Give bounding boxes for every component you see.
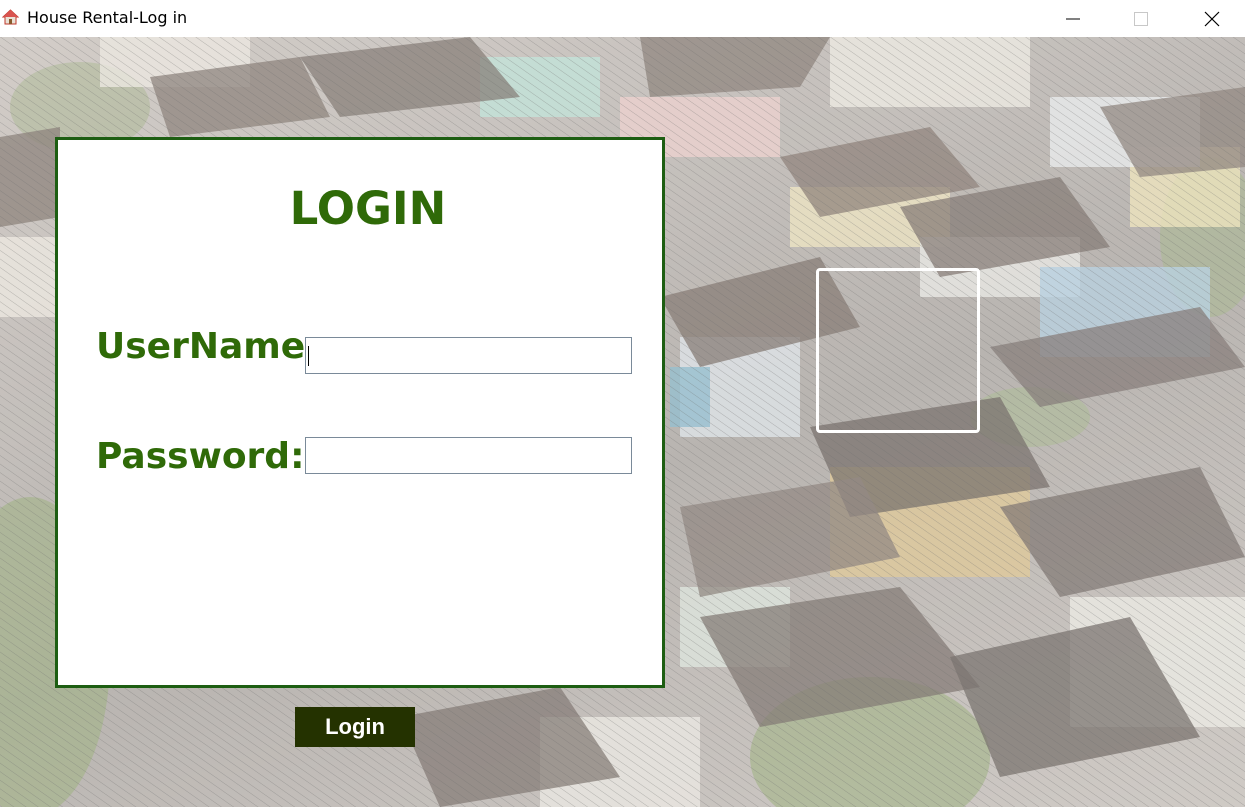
window-title: House Rental-Log in [27, 8, 188, 27]
close-icon [1204, 11, 1220, 26]
username-input[interactable] [305, 337, 632, 374]
maximize-icon [1134, 11, 1148, 26]
login-title: LOGIN [289, 182, 447, 235]
password-input[interactable] [305, 437, 632, 474]
minimize-icon [1066, 18, 1080, 19]
maximize-button[interactable] [1118, 0, 1164, 37]
close-button[interactable] [1189, 0, 1235, 37]
focus-rectangle [816, 268, 980, 433]
login-button[interactable]: Login [295, 707, 415, 747]
username-label: UserName: [96, 326, 320, 367]
login-panel: LOGIN UserName: Password: [55, 137, 665, 688]
app-window: House Rental-Log in LOGIN UserName: Pass… [0, 0, 1245, 807]
minimize-button[interactable] [1050, 0, 1096, 37]
background-image-area: LOGIN UserName: Password: Login [0, 37, 1245, 807]
title-bar: House Rental-Log in [0, 0, 1245, 37]
password-label: Password: [96, 436, 305, 477]
text-caret [308, 346, 309, 366]
house-icon [2, 9, 19, 25]
